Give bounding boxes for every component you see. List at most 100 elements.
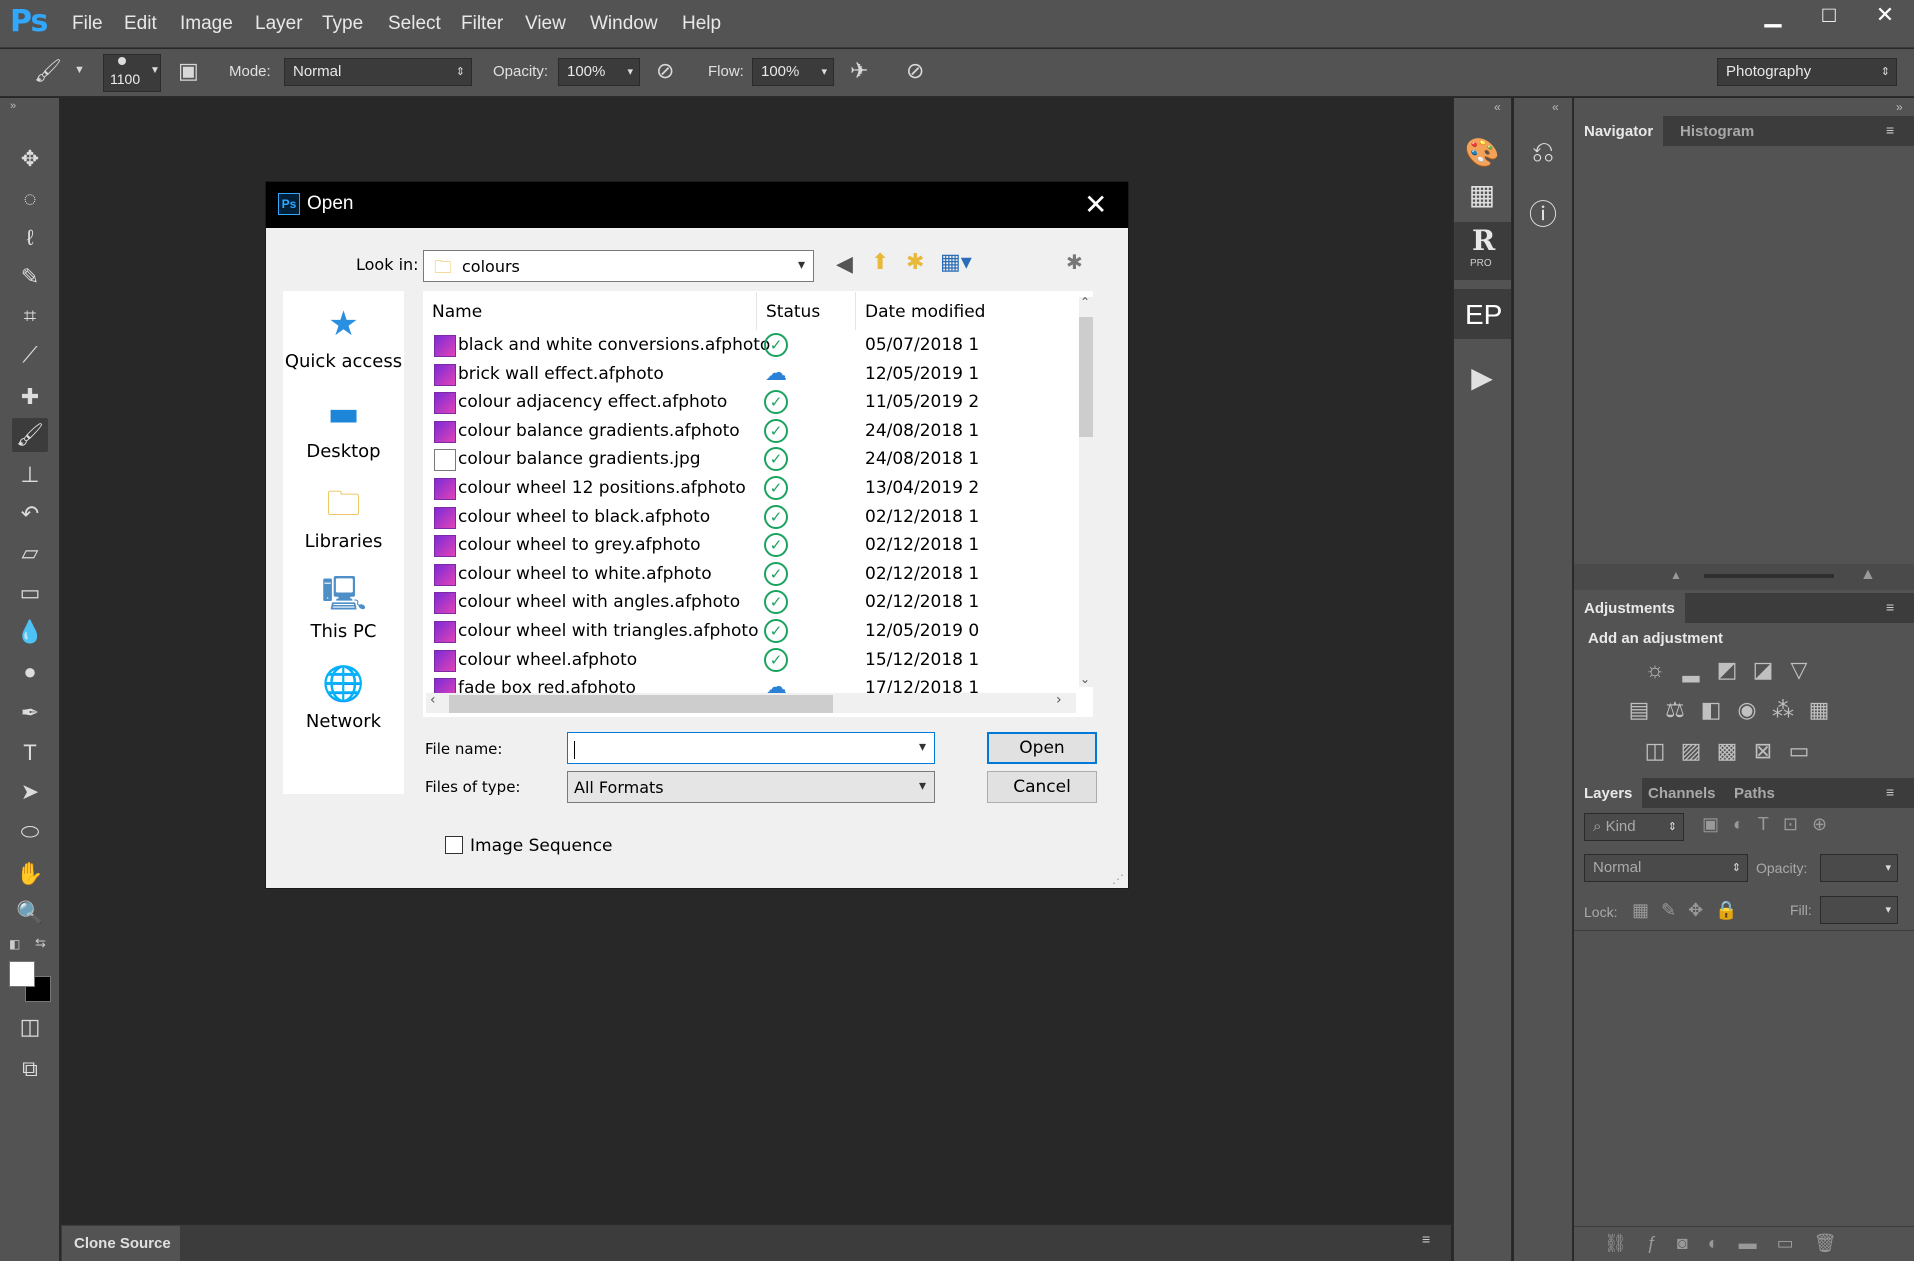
zoom-slider[interactable] xyxy=(1704,574,1834,578)
layer-filter-icons[interactable]: ▣◐T⊡⊕ xyxy=(1702,814,1841,835)
column-header-status[interactable]: Status xyxy=(766,302,820,322)
dialog-titlebar[interactable]: Ps Open ✕ xyxy=(266,182,1128,228)
airbrush-icon[interactable]: ✈ xyxy=(850,58,868,84)
rpro-plugin-button[interactable]: R PRO xyxy=(1454,222,1511,280)
swatches-panel-icon[interactable]: ▦ xyxy=(1460,173,1504,217)
threshold-icon[interactable]: ▩ xyxy=(1712,736,1742,766)
posterize-icon[interactable]: ▨ xyxy=(1676,736,1706,766)
screen-mode-icon[interactable]: ⧉ xyxy=(12,1052,48,1086)
panel-menu-icon[interactable]: ≡ xyxy=(1422,1231,1430,1247)
place-quick-access[interactable]: ★ Quick access xyxy=(283,303,404,372)
file-row[interactable]: black and white conversions.afphoto ✓ 05/0… xyxy=(424,331,1064,360)
move-tool-icon[interactable]: ✥ xyxy=(12,142,48,176)
history-brush-tool-icon[interactable]: ↶ xyxy=(12,497,48,531)
preset-dropdown-arrow-icon[interactable]: ▼ xyxy=(74,64,85,76)
menu-layer[interactable]: Layer xyxy=(255,13,303,35)
color-balance-icon[interactable]: ⚖ xyxy=(1660,695,1690,725)
zoom-tool-icon[interactable]: 🔍 xyxy=(12,896,48,930)
quick-mask-icon[interactable]: ◫ xyxy=(12,1010,48,1044)
actions-play-icon[interactable]: ▶ xyxy=(1460,356,1504,400)
scroll-right-icon[interactable]: › xyxy=(1056,692,1062,708)
file-name-input[interactable]: ▾ xyxy=(567,732,935,764)
color-panel-icon[interactable]: 🎨 xyxy=(1460,131,1504,175)
file-row[interactable]: colour wheel with angles.afphoto ✓ 02/12/2… xyxy=(424,588,1064,617)
scroll-left-icon[interactable]: ‹ xyxy=(430,692,436,708)
cancel-button[interactable]: Cancel xyxy=(987,771,1097,803)
tab-histogram[interactable]: Histogram xyxy=(1670,116,1764,146)
layer-fill-field[interactable]: ▾ xyxy=(1820,896,1898,924)
lock-icons[interactable]: ▦✎✥🔒 xyxy=(1632,900,1750,921)
dodge-tool-icon[interactable]: ● xyxy=(12,655,48,689)
channel-mixer-icon[interactable]: ⁂ xyxy=(1768,695,1798,725)
hand-tool-icon[interactable]: ✋ xyxy=(12,857,48,891)
expand-panel-icon[interactable]: » xyxy=(10,100,16,112)
blend-mode-dropdown[interactable]: Normal ⇕ xyxy=(1584,854,1748,882)
image-sequence-label[interactable]: Image Sequence xyxy=(470,836,613,856)
place-this-pc[interactable]: 🖳 This PC xyxy=(283,573,404,642)
column-header-date[interactable]: Date modified xyxy=(865,302,985,322)
tab-adjustments[interactable]: Adjustments xyxy=(1574,593,1685,623)
brush-preset-icon[interactable]: 🖌 xyxy=(34,58,62,84)
clone-source-tab[interactable]: Clone Source xyxy=(62,1226,180,1261)
menu-edit[interactable]: Edit xyxy=(124,13,157,35)
menu-help[interactable]: Help xyxy=(682,13,721,35)
menu-filter[interactable]: Filter xyxy=(461,13,503,35)
brush-tool-icon[interactable]: 🖌 xyxy=(12,418,48,452)
horizontal-scroll-thumb[interactable] xyxy=(449,695,833,713)
eraser-tool-icon[interactable]: ▱ xyxy=(12,536,48,570)
brush-size-picker[interactable]: 1100 ▼ xyxy=(103,54,161,92)
image-sequence-checkbox[interactable] xyxy=(445,836,463,854)
file-row[interactable]: colour wheel to white.afphoto ✓ 02/12/2018… xyxy=(424,560,1064,589)
menu-file[interactable]: File xyxy=(72,13,103,35)
curves-icon[interactable]: ◩ xyxy=(1712,655,1742,685)
collapse-dock-icon[interactable]: « xyxy=(1552,100,1559,114)
menu-select[interactable]: Select xyxy=(388,13,441,35)
brush-panel-toggle-icon[interactable]: ▣ xyxy=(178,58,199,84)
panel-menu-icon[interactable]: ≡ xyxy=(1886,599,1894,615)
foreground-color-swatch[interactable] xyxy=(9,961,35,987)
panel-menu-icon[interactable]: ≡ xyxy=(1886,122,1894,138)
file-row[interactable]: colour wheel 12 positions.afphoto ✓ 13/04/… xyxy=(424,474,1064,503)
type-tool-icon[interactable]: T xyxy=(12,736,48,770)
place-desktop[interactable]: ▬ Desktop xyxy=(283,393,404,462)
mode-dropdown[interactable]: Normal ⇕ xyxy=(284,58,472,86)
vibrance-icon[interactable]: ▽ xyxy=(1784,655,1814,685)
collapse-dock-icon[interactable]: « xyxy=(1494,100,1501,114)
flow-field[interactable]: 100% ▾ xyxy=(752,58,834,86)
menu-image[interactable]: Image xyxy=(180,13,233,35)
pen-tool-icon[interactable]: ✒ xyxy=(12,696,48,730)
color-lookup-icon[interactable]: ▦ xyxy=(1804,695,1834,725)
scroll-down-icon[interactable]: ⌄ xyxy=(1080,672,1090,686)
file-row[interactable]: colour wheel with triangles.afphoto ✓ 12/0… xyxy=(424,617,1064,646)
invert-icon[interactable]: ◫ xyxy=(1640,736,1670,766)
workspace-switcher[interactable]: Photography ⇕ xyxy=(1717,58,1897,86)
exposure-icon[interactable]: ◪ xyxy=(1748,655,1778,685)
file-row[interactable]: colour wheel to grey.afphoto ✓ 02/12/2018 … xyxy=(424,531,1064,560)
panel-menu-icon[interactable]: ≡ xyxy=(1886,784,1894,800)
healing-brush-tool-icon[interactable]: ✚ xyxy=(12,380,48,414)
file-row[interactable]: colour balance gradients.afphoto ✓ 24/08/2… xyxy=(424,417,1064,446)
selective-color-icon[interactable]: ⊠ xyxy=(1748,736,1778,766)
gradient-map-icon[interactable]: ▭ xyxy=(1784,736,1814,766)
default-colors-icon[interactable]: ◧ xyxy=(9,937,20,951)
tab-layers[interactable]: Layers xyxy=(1574,778,1643,808)
file-row[interactable]: colour balance gradients.jpg ✓ 24/08/2018 … xyxy=(424,445,1064,474)
hue-saturation-icon[interactable]: ▤ xyxy=(1624,695,1654,725)
levels-icon[interactable]: ▂ xyxy=(1676,655,1706,685)
resize-grip-icon[interactable]: ⋰ xyxy=(1112,872,1124,886)
menu-view[interactable]: View xyxy=(525,13,566,35)
black-white-icon[interactable]: ◧ xyxy=(1696,695,1726,725)
open-button[interactable]: Open xyxy=(987,732,1097,764)
opacity-field[interactable]: 100% ▾ xyxy=(558,58,640,86)
swap-colors-icon[interactable]: ⇆ xyxy=(35,935,46,951)
tab-paths[interactable]: Paths xyxy=(1724,778,1785,808)
quick-select-tool-icon[interactable]: ✎ xyxy=(12,260,48,294)
tab-navigator[interactable]: Navigator xyxy=(1574,116,1664,146)
vertical-scroll-thumb[interactable] xyxy=(1079,317,1093,437)
layer-actions-icons[interactable]: ⛓ƒ◙◐▬▭🗑 xyxy=(1604,1233,1856,1254)
pressure-opacity-icon[interactable]: ⊘ xyxy=(656,58,674,84)
layer-opacity-field[interactable]: ▾ xyxy=(1820,854,1898,882)
layer-filter-dropdown[interactable]: ⌕ Kind ⇕ xyxy=(1584,813,1684,841)
new-folder-icon[interactable]: ✱ xyxy=(906,250,924,275)
minimize-button[interactable]: ▁ xyxy=(1745,0,1801,30)
